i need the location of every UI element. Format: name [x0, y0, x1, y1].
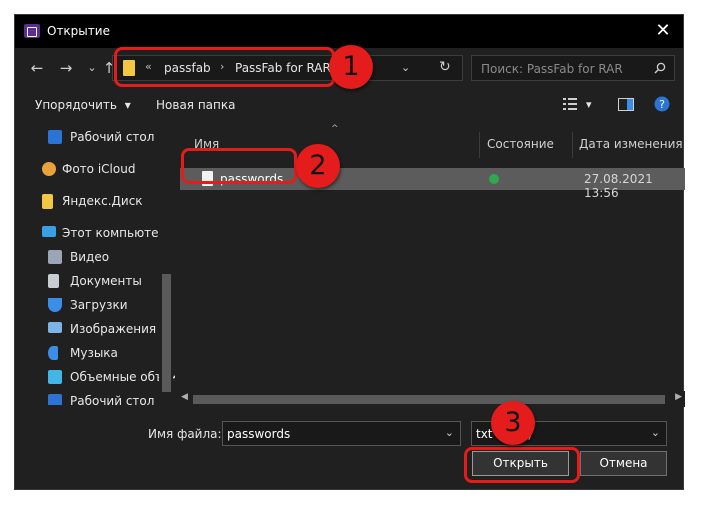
sidebar-item-label: Загрузки [70, 298, 128, 312]
documents-icon [48, 274, 59, 288]
sidebar-item-pictures[interactable]: Изображения [15, 319, 175, 341]
callout-badge-1: 1 [329, 45, 373, 89]
sidebar-item-3d-objects[interactable]: Объемные объекты [15, 367, 175, 389]
3d-objects-icon [48, 370, 62, 384]
sidebar-item-desktop-2[interactable]: Рабочий стол [15, 391, 175, 405]
sidebar-item-documents[interactable]: Документы [15, 271, 175, 293]
column-divider[interactable] [572, 132, 573, 158]
scroll-left-icon[interactable]: ◀ [181, 392, 188, 402]
sidebar-item-label: Фото iCloud [62, 162, 136, 176]
sync-status-icon [489, 174, 499, 184]
sidebar-item-video[interactable]: Видео [15, 247, 175, 269]
chevron-down-icon[interactable]: ⌄ [651, 426, 660, 439]
highlight-file-row [181, 148, 297, 184]
icloud-photos-icon [42, 162, 56, 176]
filename-value: passwords [227, 427, 291, 441]
callout-number: 2 [309, 150, 327, 181]
new-folder-button[interactable]: Новая папка [156, 98, 235, 112]
column-header-status[interactable]: Состояние [487, 137, 554, 151]
file-modified-date: 27.08.2021 13:56 [584, 172, 653, 200]
cancel-button[interactable]: Отмена [580, 451, 667, 476]
filename-label: Имя файла: [148, 427, 222, 441]
sidebar-item-label: Видео [70, 250, 110, 264]
sidebar-item-label: Рабочий стол [70, 130, 155, 144]
callout-badge-3: 3 [491, 401, 535, 445]
desktop-icon [48, 130, 62, 144]
navigation-scrollbar[interactable] [159, 122, 173, 405]
chevron-down-icon: ▾ [124, 98, 131, 112]
downloads-icon [48, 298, 62, 312]
sidebar-item-label: Этот компьютер [62, 226, 167, 240]
pictures-icon [48, 322, 62, 333]
sidebar-item-label: Рабочий стол [70, 394, 155, 405]
svg-text:?: ? [659, 98, 665, 111]
column-header-modified[interactable]: Дата изменения [579, 137, 683, 151]
sidebar-item-this-pc[interactable]: Этот компьютер [15, 223, 175, 245]
sidebar-item-yandex-disk[interactable]: Яндекс.Диск [15, 191, 175, 213]
organize-button[interactable]: Упорядочить ▾ [35, 98, 131, 112]
music-icon [48, 346, 58, 360]
preview-pane-icon[interactable] [618, 98, 634, 111]
sidebar-item-desktop[interactable]: Рабочий стол [15, 127, 175, 149]
view-chevron-down-icon[interactable]: ▾ [586, 98, 592, 111]
refresh-icon[interactable]: ↻ [439, 59, 451, 75]
horizontal-scroll-thumb[interactable] [193, 395, 665, 404]
app-icon [24, 24, 40, 38]
navigation-pane: Рабочий стол Фото iCloud Яндекс.Диск Это… [15, 122, 175, 405]
callout-number: 1 [342, 51, 360, 82]
window-title: Открытие [47, 24, 110, 38]
folder-icon [42, 194, 53, 209]
scroll-right-icon[interactable]: ▶ [675, 392, 682, 402]
command-bar: Упорядочить ▾ Новая папка ▾ ? [15, 88, 683, 122]
view-options-icon[interactable] [563, 98, 577, 110]
desktop-icon [48, 394, 62, 405]
sidebar-item-label: Изображения [70, 322, 157, 336]
sidebar-item-icloud-photos[interactable]: Фото iCloud [15, 159, 175, 181]
highlight-address-bar [114, 47, 335, 87]
column-divider[interactable] [479, 132, 480, 158]
back-button[interactable]: ← [27, 58, 47, 78]
navigation-scroll-thumb[interactable] [162, 274, 171, 392]
chevron-down-icon[interactable]: ⌄ [445, 426, 454, 439]
filename-field[interactable]: passwords ⌄ [222, 421, 461, 446]
sidebar-item-label: Яндекс.Диск [62, 194, 143, 208]
callout-badge-2: 2 [296, 144, 340, 188]
sidebar-item-label: Документы [70, 274, 142, 288]
forward-button[interactable]: → [56, 58, 76, 78]
sidebar-item-music[interactable]: Музыка [15, 343, 175, 365]
highlight-open-button [464, 447, 580, 483]
video-icon [48, 250, 62, 264]
address-dropdown-chevron-icon[interactable]: ⌄ [401, 61, 410, 74]
sort-ascending-icon: ^ [331, 124, 339, 134]
close-button[interactable]: ✕ [649, 19, 677, 43]
help-icon[interactable]: ? [654, 96, 670, 112]
callout-number: 3 [504, 407, 522, 438]
horizontal-scrollbar[interactable]: ◀ ▶ [176, 391, 685, 407]
computer-icon [42, 226, 56, 237]
title-bar: Открытие ✕ [15, 15, 683, 48]
organize-label: Упорядочить [35, 98, 117, 112]
search-input[interactable]: Поиск: PassFab for RAR [471, 55, 675, 81]
search-placeholder: Поиск: PassFab for RAR [481, 62, 623, 76]
sidebar-item-downloads[interactable]: Загрузки [15, 295, 175, 317]
sidebar-item-label: Музыка [70, 346, 118, 360]
search-icon [654, 62, 666, 74]
